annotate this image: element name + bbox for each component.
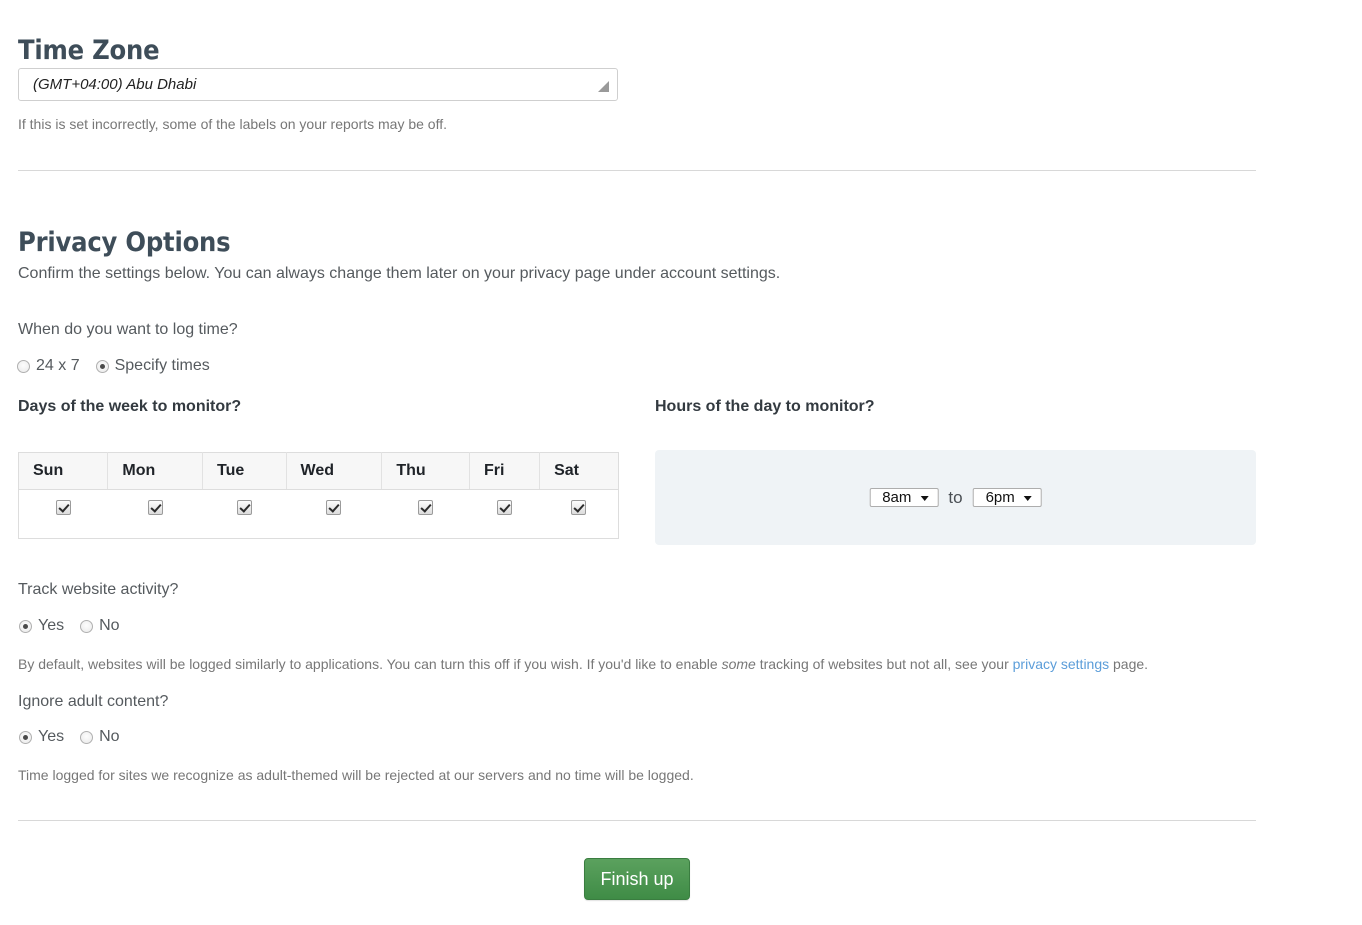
cell-fri <box>469 490 539 539</box>
track-helper-part2: tracking of websites but not all, see yo… <box>755 656 1013 672</box>
adult-content-question-label: Ignore adult content? <box>18 693 169 710</box>
radio-icon-24x7[interactable] <box>17 359 30 373</box>
checkbox-tue[interactable] <box>236 500 252 516</box>
track-website-radio-group: Yes No <box>19 617 120 635</box>
column-header-tue: Tue <box>202 452 287 490</box>
checkbox-thu[interactable] <box>418 500 434 516</box>
time-zone-heading: Time Zone <box>18 35 160 67</box>
radio-icon-specify-times[interactable] <box>95 359 109 373</box>
radio-label-track-no: No <box>99 617 120 634</box>
radio-label-24x7: 24 x 7 <box>36 357 80 374</box>
cell-mon <box>108 490 203 539</box>
checkbox-wed[interactable] <box>326 500 342 516</box>
track-helper-part1: By default, websites will be logged simi… <box>18 656 722 672</box>
track-helper-emphasis: some <box>721 656 756 672</box>
radio-icon-adult-yes[interactable] <box>19 730 32 744</box>
to-hour-select[interactable]: 6pm <box>972 487 1042 507</box>
radio-option-adult-no[interactable]: No <box>80 728 120 746</box>
radio-option-track-no[interactable]: No <box>80 617 120 635</box>
time-zone-select[interactable]: (GMT+04:00) Abu Dhabi <box>18 68 618 101</box>
track-helper-part3: page. <box>1109 656 1149 672</box>
hours-of-day-label: Hours of the day to monitor? <box>655 398 875 415</box>
radio-option-24x7[interactable]: 24 x 7 <box>17 357 80 375</box>
table-header-row: Sun Mon Tue Wed Thu Fri Sat <box>18 452 619 490</box>
section-divider-bottom <box>18 820 1256 821</box>
privacy-setup-page: Time Zone (GMT+04:00) Abu Dhabi If this … <box>0 0 1362 925</box>
radio-option-adult-yes[interactable]: Yes <box>19 728 64 746</box>
from-hour-select[interactable]: 8am <box>869 487 939 507</box>
days-of-week-table: Sun Mon Tue Wed Thu Fri Sat <box>18 452 619 539</box>
hours-controls: 8am to 6pm <box>869 487 1042 508</box>
track-website-question-label: Track website activity? <box>18 581 179 598</box>
privacy-settings-link[interactable]: privacy settings <box>1013 656 1109 672</box>
checkbox-mon[interactable] <box>147 500 163 516</box>
cell-sun <box>19 490 108 539</box>
column-header-sat: Sat <box>539 452 619 490</box>
radio-label-track-yes: Yes <box>38 617 65 634</box>
column-header-fri: Fri <box>469 452 541 490</box>
radio-icon-track-no[interactable] <box>80 619 94 633</box>
track-website-helper-text: By default, websites will be logged simi… <box>18 656 1148 672</box>
cell-tue <box>203 490 287 539</box>
checkbox-fri[interactable] <box>497 500 513 516</box>
log-time-question-label: When do you want to log time? <box>18 321 238 338</box>
table-row <box>19 490 619 539</box>
radio-option-specify-times[interactable]: Specify times <box>95 357 210 375</box>
to-hour-wrapper[interactable]: 6pm <box>972 487 1042 507</box>
radio-option-track-yes[interactable]: Yes <box>19 617 64 635</box>
checkbox-sat[interactable] <box>571 500 587 516</box>
radio-icon-adult-no[interactable] <box>80 730 94 744</box>
adult-content-radio-group: Yes No <box>19 728 120 746</box>
section-divider-top <box>18 170 1256 171</box>
cell-sat <box>540 490 619 539</box>
column-header-thu: Thu <box>381 452 470 490</box>
time-zone-helper-text: If this is set incorrectly, some of the … <box>18 116 448 132</box>
cell-thu <box>382 490 470 539</box>
checkbox-sun[interactable] <box>55 500 71 516</box>
from-hour-wrapper[interactable]: 8am <box>869 487 939 507</box>
radio-label-adult-yes: Yes <box>38 728 65 745</box>
days-of-week-label: Days of the week to monitor? <box>18 398 242 415</box>
hours-of-day-panel: 8am to 6pm <box>655 450 1256 545</box>
adult-content-helper-text: Time logged for sites we recognize as ad… <box>18 767 694 783</box>
cell-wed <box>286 490 382 539</box>
radio-icon-track-yes[interactable] <box>19 619 32 633</box>
finish-up-button[interactable]: Finish up <box>584 858 690 900</box>
log-time-radio-group: 24 x 7 Specify times <box>17 357 210 375</box>
column-header-mon: Mon <box>107 452 203 490</box>
column-header-sun: Sun <box>18 452 109 490</box>
radio-label-adult-no: No <box>99 728 120 745</box>
radio-label-specify-times: Specify times <box>114 357 210 374</box>
privacy-options-heading: Privacy Options <box>18 227 231 259</box>
hours-separator-label: to <box>948 487 963 507</box>
privacy-intro-text: Confirm the settings below. You can alwa… <box>18 265 781 282</box>
column-header-wed: Wed <box>286 452 383 490</box>
